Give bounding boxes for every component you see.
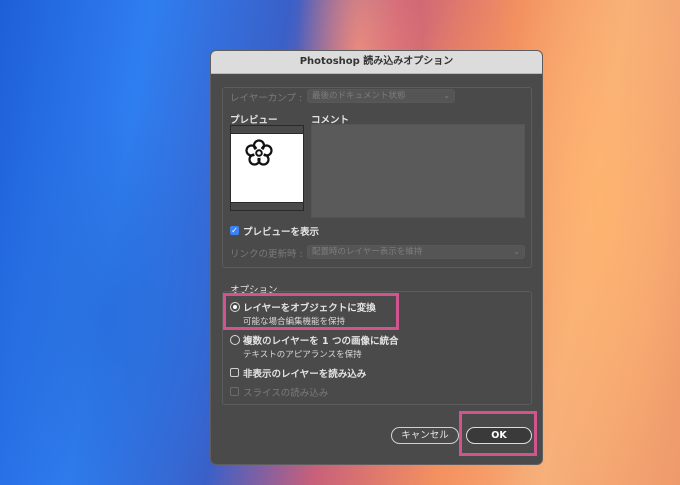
flower-icon <box>245 139 273 166</box>
flatten-sub: テキストのアピアランスを保持 <box>243 350 362 360</box>
show-preview-label[interactable]: プレビューを表示 <box>243 224 319 238</box>
layer-comp-label: レイヤーカンプ : <box>230 93 303 104</box>
preview-frame-bottom <box>231 202 303 210</box>
slices-checkbox <box>230 387 239 396</box>
cancel-button[interactable]: キャンセル <box>391 427 459 444</box>
show-preview-checkbox[interactable]: ✓ <box>230 226 239 235</box>
layer-comp-select: 最後のドキュメント状態 ⌄ <box>307 89 455 103</box>
chevron-down-icon: ⌄ <box>443 91 450 100</box>
hidden-layers-checkbox[interactable] <box>230 368 239 377</box>
comment-area <box>311 124 525 218</box>
highlight-ok-button <box>459 411 537 456</box>
flatten-label[interactable]: 複数のレイヤーを 1 つの画像に統合 <box>243 333 398 347</box>
link-update-select: 配置時のレイヤー表示を維持 ⌄ <box>307 245 525 259</box>
link-update-value: 配置時のレイヤー表示を維持 <box>312 247 423 257</box>
highlight-convert-option <box>223 293 399 330</box>
preview-label: プレビュー <box>230 115 278 126</box>
dialog-title: Photoshop 読み込みオプション <box>211 51 542 74</box>
link-update-label: リンクの更新時 : <box>230 249 303 260</box>
import-options-dialog: Photoshop 読み込みオプション レイヤーカンプ : 最後のドキュメント状… <box>210 50 543 465</box>
preview-image <box>230 125 304 211</box>
hidden-layers-label[interactable]: 非表示のレイヤーを読み込み <box>243 366 366 380</box>
layer-comp-value: 最後のドキュメント状態 <box>312 91 406 101</box>
chevron-down-icon: ⌄ <box>513 247 520 256</box>
preview-frame-top <box>231 126 303 134</box>
slices-label: スライスの読み込み <box>243 388 329 399</box>
flatten-radio[interactable] <box>230 335 240 345</box>
